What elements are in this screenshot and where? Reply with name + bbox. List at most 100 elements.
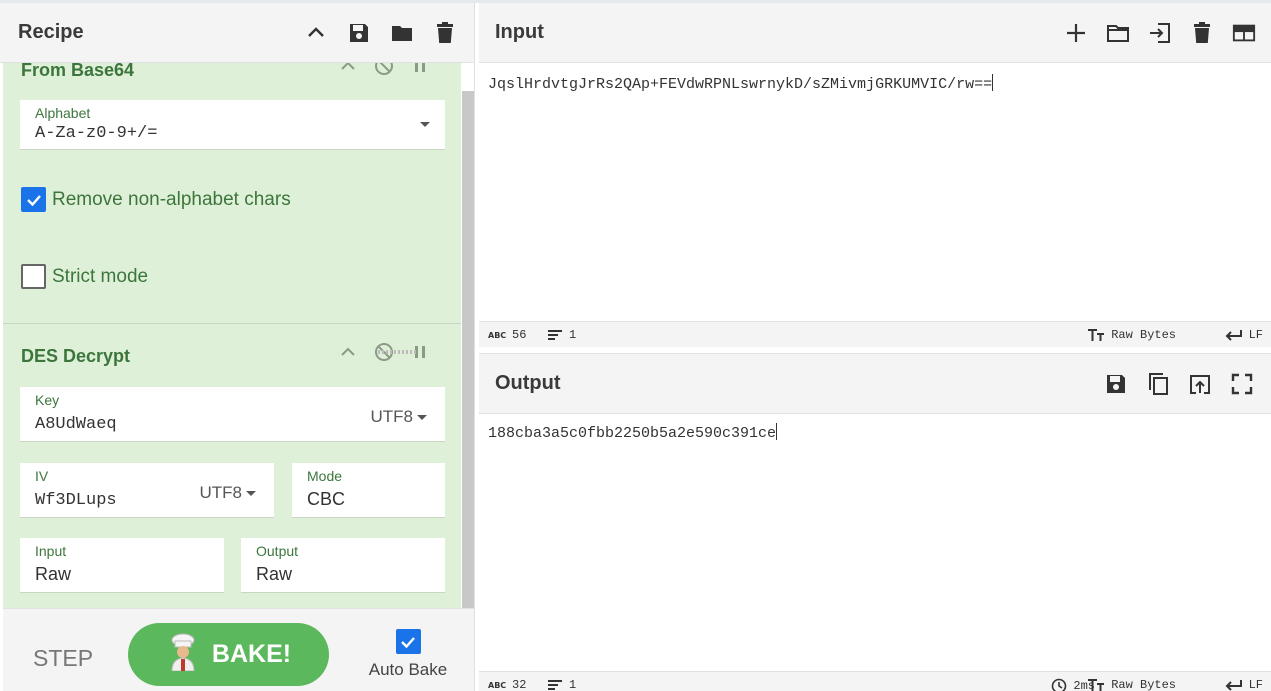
mode-label: Mode — [307, 468, 343, 484]
pane-resize-handle[interactable] — [378, 350, 416, 354]
recipe-title: Recipe — [18, 21, 84, 43]
text-format-icon — [1088, 329, 1105, 341]
output-eol-value: LF — [1248, 678, 1263, 691]
save-output-icon[interactable] — [1103, 371, 1129, 397]
input-textarea[interactable]: JqslHrdvtgJrRs2QAp+FEVdwRPNLswrnykD/sZMi… — [488, 74, 994, 93]
output-encoding-stat[interactable]: Raw Bytes — [1087, 678, 1176, 691]
text-cursor — [992, 74, 994, 91]
checkbox-unchecked-icon[interactable] — [21, 264, 46, 289]
alphabet-label: Alphabet — [35, 105, 91, 121]
mode-value: CBC — [307, 489, 346, 509]
iv-encoding-dropdown[interactable]: UTF8 — [199, 483, 256, 503]
output-format-value: Raw — [256, 564, 293, 584]
operation-title: From Base64 — [21, 63, 135, 80]
recipe-operations-list: From Base64 Alphabet A-Za-z0-9+/= Remove… — [3, 63, 461, 608]
operation-des-decrypt: DES Decrypt Key A8UdWaeq UTF8 IV Wf3DLup… — [3, 324, 461, 608]
alphabet-select[interactable]: Alphabet A-Za-z0-9+/= — [20, 100, 445, 150]
key-value[interactable]: A8UdWaeq — [35, 415, 117, 434]
add-tab-plus-icon[interactable] — [1063, 20, 1089, 46]
output-text-area[interactable]: 188cba3a5c0fbb2250b5a2e590c391ce — [488, 423, 778, 442]
alphabet-value: A-Za-z0-9+/= — [35, 124, 158, 143]
disable-operation-icon[interactable] — [373, 63, 395, 77]
output-header: Output — [479, 354, 1271, 414]
save-recipe-icon[interactable] — [346, 20, 372, 46]
recipe-scrollbar[interactable] — [462, 91, 474, 608]
open-folder-icon[interactable] — [1105, 20, 1131, 46]
output-title: Output — [495, 372, 561, 394]
chevron-down-icon — [420, 122, 430, 127]
collapse-operation-icon[interactable] — [337, 63, 359, 77]
output-length-stat: ABC 32 — [488, 678, 526, 691]
text-cursor — [776, 423, 778, 440]
output-text: 188cba3a5c0fbb2250b5a2e590c391ce — [488, 425, 777, 442]
input-status-bar: ABC 56 1 Raw Bytes LF — [479, 321, 1271, 347]
maximise-output-icon[interactable] — [1229, 371, 1255, 397]
abc-length-icon: ABC — [488, 331, 506, 340]
input-encoding-stat[interactable]: Raw Bytes — [1087, 328, 1176, 342]
output-format-label: Output — [256, 543, 299, 559]
bake-label: BAKE! — [211, 640, 292, 668]
key-encoding-value: UTF8 — [370, 407, 414, 426]
input-pane: Input JqslHrdvtgJrRs2QAp+FEVdwRPNLswrnyk… — [479, 3, 1271, 347]
lines-icon — [548, 330, 562, 340]
collapse-operation-icon[interactable] — [337, 341, 359, 363]
iv-encoding-value: UTF8 — [199, 483, 243, 502]
key-field[interactable]: Key A8UdWaeq UTF8 — [20, 387, 445, 442]
clear-recipe-trash-icon[interactable] — [432, 20, 458, 46]
output-status-bar: ABC 32 1 2ms Raw Bytes LF — [479, 671, 1271, 691]
iv-value[interactable]: Wf3DLups — [35, 491, 117, 510]
operation-from-base64: From Base64 Alphabet A-Za-z0-9+/= Remove… — [3, 63, 461, 322]
svg-text:ABC: ABC — [488, 331, 506, 340]
input-lines-stat: 1 — [547, 328, 576, 342]
auto-bake-label: Auto Bake — [368, 660, 448, 679]
checkbox-checked-icon[interactable] — [395, 629, 421, 654]
output-lines-value: 1 — [569, 678, 577, 691]
output-pane: Output 188cba3a5c0fbb2250b5a2e590c391ce … — [479, 353, 1271, 691]
iv-label: IV — [35, 468, 49, 484]
clear-input-trash-icon[interactable] — [1189, 20, 1215, 46]
operation-title: DES Decrypt — [21, 346, 131, 366]
input-text: JqslHrdvtgJrRs2QAp+FEVdwRPNLswrnykD/sZMi… — [488, 76, 993, 93]
collapse-all-icon[interactable] — [303, 20, 329, 46]
output-length-value: 32 — [512, 678, 527, 691]
output-eol-stat[interactable]: LF — [1225, 678, 1263, 691]
mode-select[interactable]: Mode CBC — [292, 463, 445, 518]
return-arrow-icon — [1225, 680, 1242, 691]
input-encoding-value: Raw Bytes — [1111, 328, 1176, 342]
cyberchef-app: Recipe From Base64 Alphabet A-Za-z0-9+/=… — [0, 0, 1271, 691]
key-encoding-dropdown[interactable]: UTF8 — [370, 407, 427, 427]
output-format-select[interactable]: Output Raw — [241, 538, 445, 593]
input-format-value: Raw — [35, 564, 72, 584]
recipe-header: Recipe — [0, 3, 474, 63]
input-lines-value: 1 — [569, 328, 577, 342]
remove-nonalphabet-checkbox[interactable]: Remove non-alphabet chars — [21, 187, 291, 212]
load-recipe-folder-icon[interactable] — [389, 20, 415, 46]
strict-mode-checkbox[interactable]: Strict mode — [21, 264, 148, 289]
caret-down-icon — [417, 414, 427, 420]
bake-controls: STEP BAKE! Auto Bake — [3, 608, 474, 691]
input-eol-stat[interactable]: LF — [1225, 328, 1263, 342]
return-arrow-icon — [1225, 330, 1242, 341]
replace-input-with-output-icon[interactable] — [1187, 371, 1213, 397]
input-length-value: 56 — [512, 328, 527, 342]
caret-down-icon — [246, 490, 256, 496]
strict-mode-label: Strict mode — [52, 265, 149, 287]
recipe-pane: Recipe From Base64 Alphabet A-Za-z0-9+/=… — [0, 3, 475, 691]
input-title: Input — [495, 21, 544, 43]
iv-field[interactable]: IV Wf3DLups UTF8 — [20, 463, 274, 518]
input-header: Input — [479, 3, 1271, 63]
clock-icon — [1052, 678, 1067, 691]
open-file-input-icon[interactable] — [1147, 20, 1173, 46]
step-button[interactable]: STEP — [33, 645, 93, 672]
bake-button[interactable]: BAKE! — [128, 623, 329, 686]
auto-bake-checkbox[interactable]: Auto Bake — [363, 629, 453, 680]
input-format-select[interactable]: Input Raw — [20, 538, 224, 593]
text-format-icon — [1088, 679, 1105, 691]
abc-length-icon: ABC — [488, 681, 506, 690]
breakpoint-pause-icon[interactable] — [409, 63, 431, 77]
copy-output-icon[interactable] — [1145, 371, 1171, 397]
checkbox-checked-icon[interactable] — [21, 187, 46, 212]
reset-layout-icon[interactable] — [1231, 20, 1257, 46]
key-label: Key — [35, 392, 60, 408]
output-lines-stat: 1 — [547, 678, 576, 691]
